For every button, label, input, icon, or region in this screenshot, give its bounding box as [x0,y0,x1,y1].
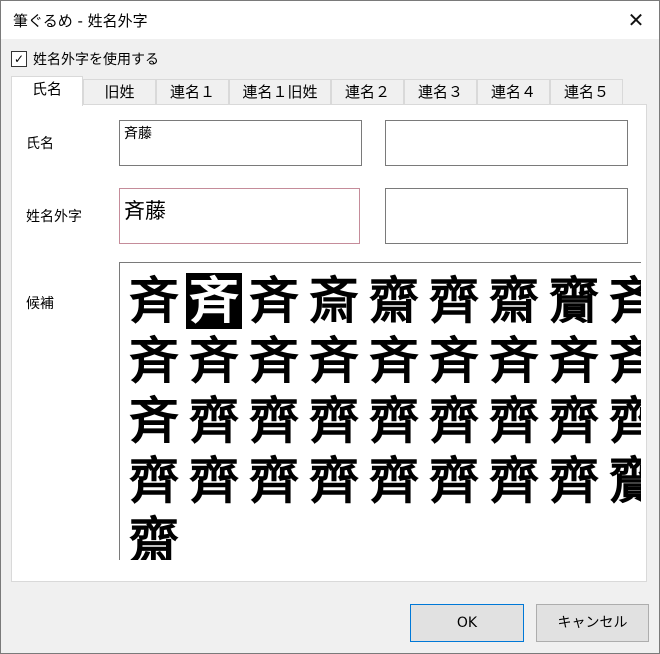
candidate-glyph[interactable]: 齊 [426,393,482,449]
candidate-glyph[interactable]: 斉 [246,333,302,389]
candidate-grid[interactable]: 斉斉斉斎齋齊齋齎斉斉斉斉斉斉斉斉斉斉斉齊齊齊齊齊齊齊齊齊齊齊齊齊齊齊齊齎齋 [119,262,641,560]
candidate-glyph[interactable]: 齊 [366,453,422,509]
candidate-glyph[interactable]: 斎 [306,273,362,329]
name-field[interactable]: 斉藤 [119,120,362,166]
candidate-glyph[interactable]: 齊 [546,393,602,449]
candidate-glyph[interactable]: 齊 [606,393,641,449]
name-field-value: 斉藤 [124,126,152,142]
tab-joint-name-5[interactable]: 連名５ [550,79,623,105]
candidate-glyph[interactable]: 齊 [486,453,542,509]
candidate-glyph[interactable]: 齊 [186,453,242,509]
candidate-glyph[interactable]: 齋 [486,273,542,329]
candidate-glyph[interactable]: 齎 [606,453,641,509]
candidate-glyph[interactable]: 齊 [186,393,242,449]
use-gaiji-checkbox[interactable]: ✓ [11,51,27,67]
cancel-button[interactable]: キャンセル [536,604,649,642]
tab-strip: 氏名 旧姓 連名１ 連名１旧姓 連名２ 連名３ 連名４ 連名５ [11,76,647,106]
candidate-glyph[interactable]: 齊 [126,453,182,509]
candidate-glyph[interactable]: 斉 [546,333,602,389]
gaiji-dialog: 筆ぐるめ - 姓名外字 ✕ ✓ 姓名外字を使用する 氏名 旧姓 連名１ 連名１旧… [0,0,660,654]
candidate-glyph[interactable]: 齊 [366,393,422,449]
gaiji-field[interactable]: 斉藤 [119,188,360,244]
candidate-glyph[interactable]: 斉 [306,333,362,389]
tab-joint-name-2[interactable]: 連名２ [331,79,404,105]
close-icon[interactable]: ✕ [613,1,659,39]
candidate-glyph[interactable]: 斉 [606,273,641,329]
candidate-glyph[interactable]: 斉 [126,333,182,389]
use-gaiji-checkbox-row[interactable]: ✓ 姓名外字を使用する [11,49,159,69]
candidate-glyph[interactable]: 齊 [246,393,302,449]
candidate-glyph[interactable]: 齊 [546,453,602,509]
candidate-glyph[interactable]: 齊 [426,273,482,329]
gaiji-field-value: 斉藤 [124,199,166,223]
candidates-label: 候補 [26,296,54,312]
candidate-glyph[interactable]: 斉 [366,333,422,389]
candidate-glyph[interactable]: 齊 [246,453,302,509]
candidate-glyph[interactable]: 斉 [186,273,242,329]
candidate-glyph[interactable]: 斉 [426,333,482,389]
tab-joint-name-3[interactable]: 連名３ [404,79,477,105]
candidate-glyph[interactable]: 齊 [486,393,542,449]
tab-joint-name-1-maiden[interactable]: 連名１旧姓 [229,79,331,105]
tab-name[interactable]: 氏名 [11,76,83,106]
title-bar: 筆ぐるめ - 姓名外字 ✕ [1,1,659,39]
gaiji-field-2[interactable] [385,188,628,244]
candidate-glyph[interactable]: 齋 [126,513,182,561]
candidate-glyph[interactable]: 斉 [126,273,182,329]
candidate-glyph[interactable]: 齊 [306,393,362,449]
gaiji-label: 姓名外字 [26,209,82,225]
candidate-glyph[interactable]: 齊 [426,453,482,509]
candidate-glyph[interactable]: 斉 [186,333,242,389]
candidate-glyph[interactable]: 斉 [606,333,641,389]
tab-joint-name-1[interactable]: 連名１ [156,79,229,105]
ok-button[interactable]: OK [410,604,524,642]
name-label: 氏名 [26,136,54,152]
tab-maiden-name[interactable]: 旧姓 [83,79,156,105]
candidate-glyph[interactable]: 斉 [246,273,302,329]
candidate-glyph[interactable]: 齋 [366,273,422,329]
candidate-glyph[interactable]: 齊 [306,453,362,509]
use-gaiji-label[interactable]: 姓名外字を使用する [33,49,159,69]
name-field-2[interactable] [385,120,628,166]
window-title: 筆ぐるめ - 姓名外字 [13,12,148,30]
candidate-glyph[interactable]: 斉 [126,393,182,449]
tab-joint-name-4[interactable]: 連名４ [477,79,550,105]
tab-panel: 氏名 斉藤 姓名外字 斉藤 候補 斉斉斉斎齋齊齋齎斉斉斉斉斉斉斉斉斉斉斉齊齊齊齊… [11,104,647,582]
candidate-glyph[interactable]: 斉 [486,333,542,389]
candidate-glyph[interactable]: 齎 [546,273,602,329]
